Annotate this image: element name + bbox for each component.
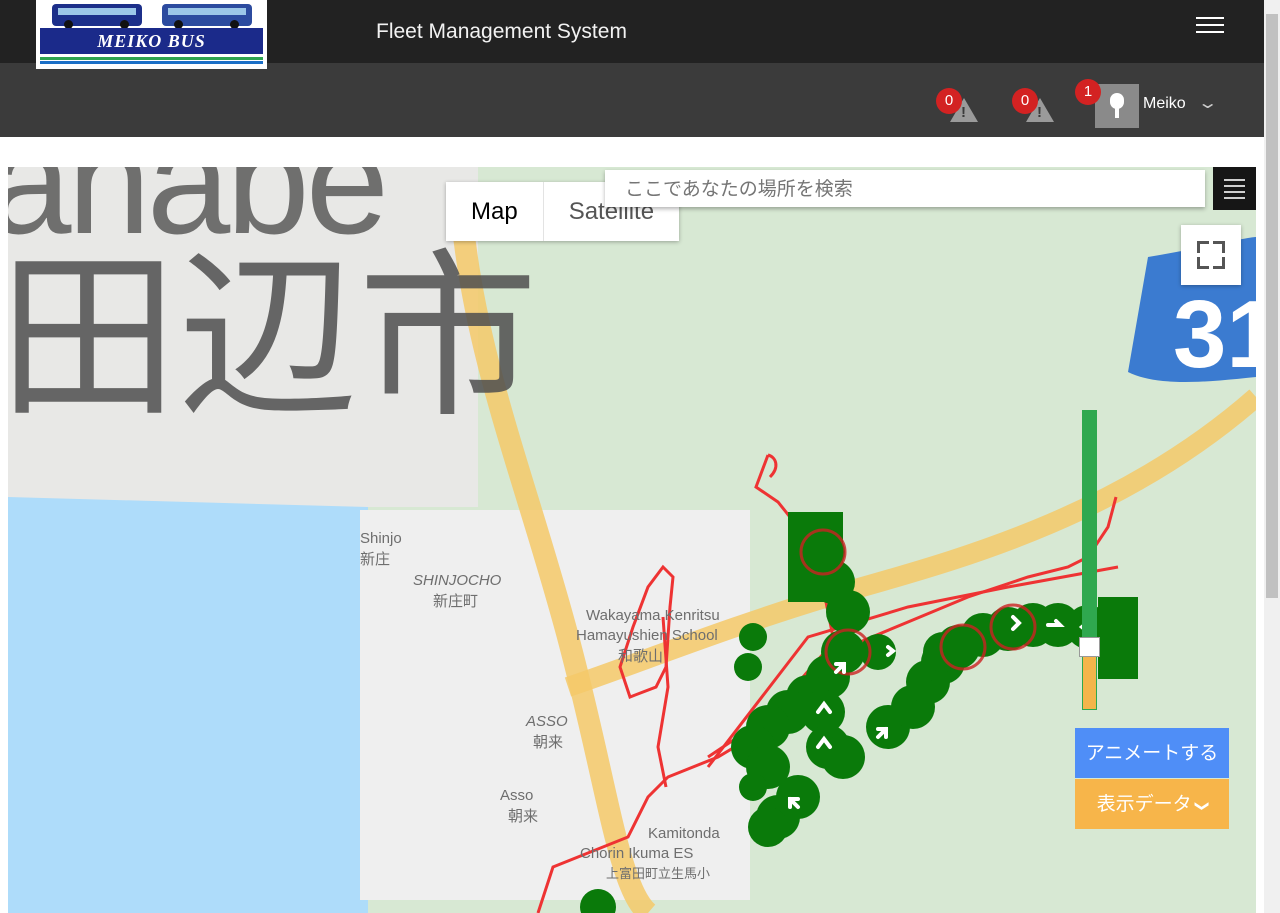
playback-slider-handle[interactable] [1079, 637, 1100, 657]
map-label: 朝来 [508, 808, 539, 825]
menu-icon[interactable] [1194, 12, 1226, 40]
map-menu-button[interactable] [1213, 167, 1256, 210]
logo-stripe [40, 57, 263, 60]
alert-count-badge: 0 [936, 88, 962, 114]
map-label: Chorin Ikuma ES [580, 845, 694, 862]
company-logo[interactable]: MEIKO BUS [36, 0, 267, 69]
fullscreen-button[interactable] [1181, 225, 1241, 285]
map-label: Shinjo [360, 530, 402, 547]
chevron-down-icon[interactable]: ⌄ [1197, 93, 1218, 113]
map-type-map-button[interactable]: Map [446, 182, 544, 241]
animate-button[interactable]: アニメートする [1075, 728, 1229, 778]
map-label: 和歌山 [618, 648, 664, 665]
map-label: 新庄町 [433, 593, 479, 610]
location-search-input[interactable] [605, 170, 1205, 207]
map-label: 新庄 [360, 551, 391, 568]
app-title: Fleet Management System [376, 20, 627, 43]
bus-icon [162, 4, 252, 29]
map-canvas[interactable]: 31 anabe 田辺市 Shinjo 新庄 SHINJOCHO 新庄町 Wak… [8, 167, 1256, 913]
user-name[interactable]: Meiko [1143, 95, 1186, 113]
map-label: 上富田町立生馬小 [606, 866, 711, 881]
display-data-dropdown[interactable]: 表示データ ❯ [1075, 779, 1229, 829]
notification-badge: 1 [1075, 79, 1101, 105]
alert-button[interactable]: 0 [1012, 88, 1054, 128]
alert-count-badge: 0 [1012, 88, 1038, 114]
area-label: 田辺市 [8, 234, 539, 443]
user-toolbar [0, 63, 1264, 137]
map-label: SHINJOCHO [413, 572, 502, 589]
scrollbar-thumb[interactable] [1266, 14, 1278, 598]
logo-stripe [40, 61, 263, 64]
map-label: Asso [500, 787, 534, 804]
map-label: Kamitonda [648, 825, 720, 842]
logo-text: MEIKO BUS [97, 31, 206, 51]
map-label: ASSO [526, 713, 568, 730]
map-label: Wakayama Kenritsu [586, 607, 720, 624]
svg-text:31: 31 [1173, 281, 1256, 388]
alert-button[interactable]: 0 [936, 88, 978, 128]
map-label: 朝来 [533, 734, 564, 751]
chevron-down-icon: ❯ [1193, 800, 1210, 812]
avatar[interactable] [1095, 84, 1139, 128]
bus-icon [52, 4, 142, 29]
map-label: Hamayushien School [576, 627, 718, 644]
